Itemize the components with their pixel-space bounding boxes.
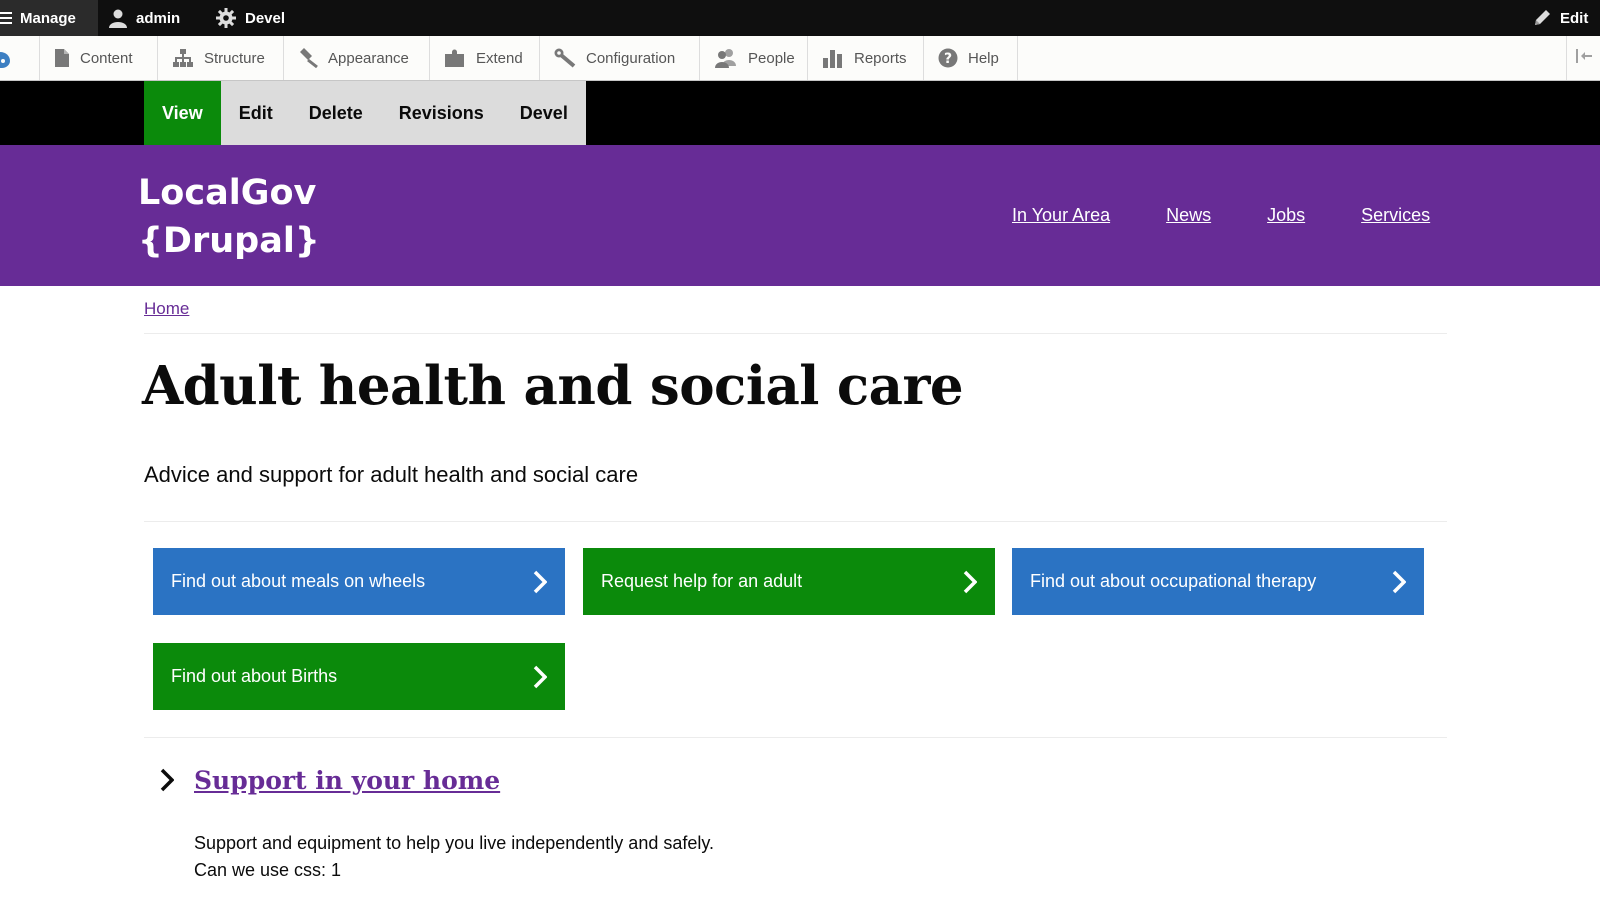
hamburger-icon [0, 11, 12, 25]
tray-item-structure[interactable]: Structure [158, 36, 284, 80]
breadcrumb: Home [144, 299, 189, 319]
chevron-right-icon [533, 570, 547, 594]
site-header: LocalGov {Drupal} In Your Area News Jobs… [0, 145, 1600, 286]
chevron-right-icon [1392, 570, 1406, 594]
cta-label: Find out about Births [171, 666, 338, 686]
chevron-right-icon [533, 665, 547, 689]
paintbrush-icon [298, 48, 318, 68]
tray-item-label: Configuration [586, 49, 676, 67]
collapse-arrow-icon [1574, 48, 1594, 69]
tab-view[interactable]: View [144, 81, 221, 145]
site-name-line1: LocalGov [138, 173, 317, 213]
section-description: Support and equipment to help you live i… [194, 833, 715, 853]
nav-in-your-area[interactable]: In Your Area [1012, 205, 1110, 226]
devel-menu[interactable]: Devel [215, 0, 285, 36]
user-icon [108, 8, 128, 28]
nav-services[interactable]: Services [1361, 205, 1430, 226]
breadcrumb-home[interactable]: Home [144, 299, 189, 318]
edit-mode-toggle[interactable]: Edit [1532, 0, 1588, 36]
tab-edit[interactable]: Edit [221, 81, 291, 145]
puzzle-icon [444, 48, 466, 68]
user-name: admin [136, 9, 181, 27]
tray-item-label: Help [968, 49, 999, 67]
tab-devel[interactable]: Devel [502, 81, 586, 145]
tray-item-help[interactable]: ? Help [924, 36, 1018, 80]
gear-icon [215, 7, 237, 29]
tray-item-configuration[interactable]: Configuration [540, 36, 700, 80]
svg-text:?: ? [944, 51, 952, 67]
section-link-support-in-your-home[interactable]: Support in your home [194, 766, 500, 795]
people-icon [714, 48, 738, 68]
manage-menu-toggle[interactable]: Manage [0, 0, 98, 36]
section-extra: Can we use css: 1 [194, 860, 342, 880]
local-tasks: View Edit Delete Revisions Devel [144, 81, 586, 145]
tab-revisions[interactable]: Revisions [381, 81, 502, 145]
tray-item-extend[interactable]: Extend [430, 36, 540, 80]
nav-news[interactable]: News [1166, 205, 1211, 226]
cta-label: Request help for an adult [601, 571, 803, 591]
drupal-logo-icon[interactable] [0, 36, 40, 80]
tray-item-content[interactable]: Content [40, 36, 158, 80]
bar-chart-icon [822, 48, 844, 68]
wrench-icon [554, 48, 576, 68]
manage-label: Manage [20, 9, 76, 27]
nav-jobs[interactable]: Jobs [1267, 205, 1305, 226]
tray-orientation-toggle[interactable] [1566, 36, 1600, 80]
chevron-right-icon [963, 570, 977, 594]
main-navigation: In Your Area News Jobs Services [1012, 205, 1430, 226]
divider [144, 737, 1447, 738]
help-icon: ? [938, 48, 958, 68]
cta-occupational-therapy[interactable]: Find out about occupational therapy [1012, 548, 1424, 615]
edit-label: Edit [1560, 9, 1589, 27]
cta-label: Find out about meals on wheels [171, 571, 426, 591]
devel-label: Devel [245, 9, 286, 27]
tray-item-appearance[interactable]: Appearance [284, 36, 430, 80]
chevron-right-icon [160, 768, 174, 792]
tray-item-label: Reports [854, 49, 907, 67]
site-name-line2: {Drupal} [138, 221, 320, 261]
admin-tray: Content Structure Appearance Extend Conf… [0, 36, 1600, 81]
tray-item-label: Appearance [328, 49, 409, 67]
tray-item-people[interactable]: People [700, 36, 808, 80]
tray-item-reports[interactable]: Reports [808, 36, 924, 80]
cta-request-help-adult[interactable]: Request help for an adult [583, 548, 995, 615]
tray-item-label: Extend [476, 49, 523, 67]
sitemap-icon [172, 48, 194, 68]
file-icon [54, 48, 70, 68]
local-tasks-bar: View Edit Delete Revisions Devel [0, 81, 1600, 145]
tray-item-label: Content [80, 49, 133, 67]
divider [144, 333, 1447, 334]
site-logo[interactable]: LocalGov {Drupal} [138, 169, 320, 265]
cta-label: Find out about occupational therapy [1030, 571, 1317, 591]
page-summary: Advice and support for adult health and … [144, 462, 639, 487]
tab-delete[interactable]: Delete [291, 81, 381, 145]
pencil-icon [1532, 8, 1552, 28]
tray-item-label: People [748, 49, 795, 67]
cta-meals-on-wheels[interactable]: Find out about meals on wheels [153, 548, 565, 615]
divider [144, 521, 1447, 522]
cta-births[interactable]: Find out about Births [153, 643, 565, 710]
page-title: Adult health and social care [142, 355, 964, 417]
admin-toolbar: Manage admin Devel Edit [0, 0, 1600, 36]
tray-item-label: Structure [204, 49, 265, 67]
user-menu[interactable]: admin [108, 0, 180, 36]
